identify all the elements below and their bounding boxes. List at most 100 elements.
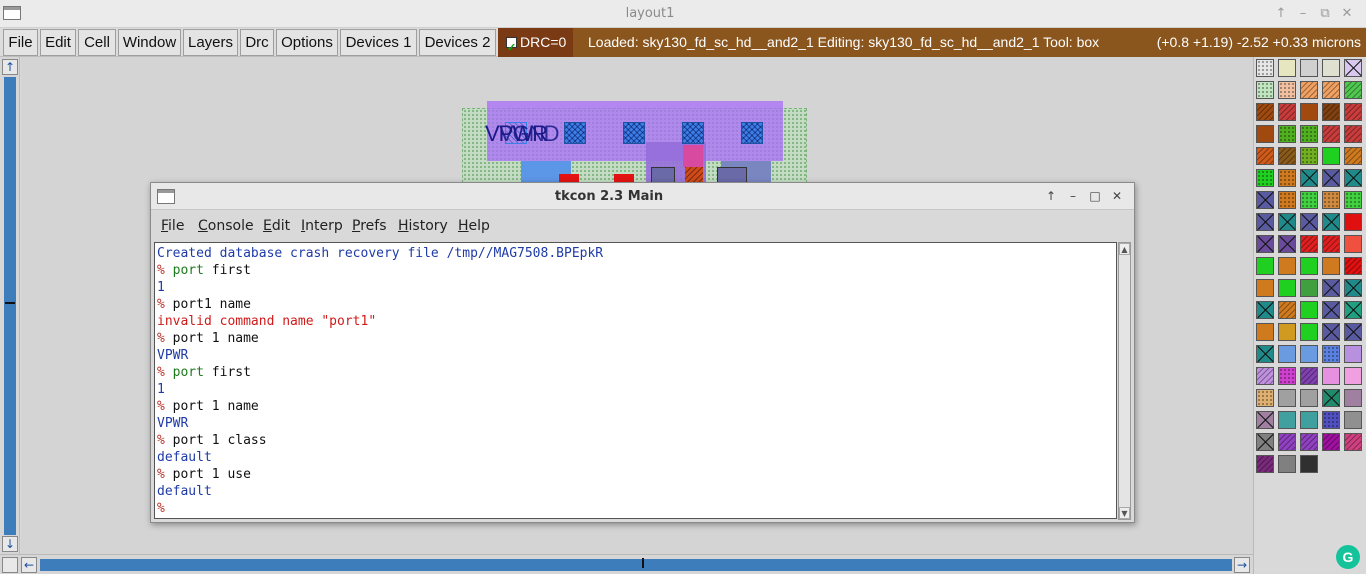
shade-button[interactable]: ↑ xyxy=(1270,5,1292,23)
minimize-button[interactable]: – xyxy=(1292,5,1314,23)
vertical-scroll-trough[interactable] xyxy=(4,77,16,535)
layer-swatch[interactable] xyxy=(1344,301,1362,319)
menu-devices-1[interactable]: Devices 1 xyxy=(340,29,417,56)
tkcon-console-output[interactable]: Created database crash recovery file /tm… xyxy=(154,242,1117,519)
layer-swatch[interactable] xyxy=(1278,433,1296,451)
layer-swatch[interactable] xyxy=(1278,257,1296,275)
layer-swatch[interactable] xyxy=(1256,147,1274,165)
layer-swatch[interactable] xyxy=(1256,59,1274,77)
layer-swatch[interactable] xyxy=(1344,125,1362,143)
layer-swatch[interactable] xyxy=(1300,279,1318,297)
layer-swatch[interactable] xyxy=(1344,191,1362,209)
layer-swatch[interactable] xyxy=(1322,125,1340,143)
layer-swatch[interactable] xyxy=(1278,169,1296,187)
layer-swatch[interactable] xyxy=(1278,455,1296,473)
layer-swatch[interactable] xyxy=(1300,213,1318,231)
layer-swatch[interactable] xyxy=(1344,235,1362,253)
tkcon-maximize-button[interactable]: □ xyxy=(1084,188,1106,204)
layer-swatch[interactable] xyxy=(1300,81,1318,99)
layer-swatch[interactable] xyxy=(1278,345,1296,363)
horizontal-scroll-thumb[interactable] xyxy=(642,558,644,568)
tkcon-scroll-up-icon[interactable]: ▲ xyxy=(1119,243,1130,255)
layer-swatch[interactable] xyxy=(1322,169,1340,187)
maximize-button[interactable]: ⧉ xyxy=(1314,5,1336,23)
tkcon-close-button[interactable]: ✕ xyxy=(1106,188,1128,204)
grammarly-icon[interactable]: G xyxy=(1336,545,1360,569)
layer-swatch[interactable] xyxy=(1322,257,1340,275)
drc-checkbox-icon[interactable] xyxy=(506,34,517,63)
layer-swatch[interactable] xyxy=(1300,125,1318,143)
layer-swatch[interactable] xyxy=(1300,389,1318,407)
layer-swatch[interactable] xyxy=(1256,367,1274,385)
layer-swatch[interactable] xyxy=(1322,103,1340,121)
layer-swatch[interactable] xyxy=(1256,433,1274,451)
layer-swatch[interactable] xyxy=(1344,367,1362,385)
tkcon-minimize-button[interactable]: – xyxy=(1062,188,1084,204)
menu-layers[interactable]: Layers xyxy=(183,29,238,56)
vertical-scrollbar[interactable]: ↑ ↓ xyxy=(0,57,20,554)
layer-swatch[interactable] xyxy=(1344,345,1362,363)
layer-swatch[interactable] xyxy=(1278,59,1296,77)
layer-swatch[interactable] xyxy=(1344,81,1362,99)
layer-swatch[interactable] xyxy=(1300,59,1318,77)
layer-swatch[interactable] xyxy=(1256,103,1274,121)
layer-swatch[interactable] xyxy=(1322,411,1340,429)
layer-swatch[interactable] xyxy=(1278,213,1296,231)
layer-swatch[interactable] xyxy=(1256,169,1274,187)
menu-edit[interactable]: Edit xyxy=(40,29,76,56)
layer-swatch[interactable] xyxy=(1322,191,1340,209)
layer-swatch[interactable] xyxy=(1278,81,1296,99)
layer-swatch[interactable] xyxy=(1322,81,1340,99)
menu-cell[interactable]: Cell xyxy=(78,29,116,56)
layer-swatch[interactable] xyxy=(1278,235,1296,253)
layer-swatch[interactable] xyxy=(1300,367,1318,385)
layer-swatch[interactable] xyxy=(1300,191,1318,209)
layer-swatch[interactable] xyxy=(1322,59,1340,77)
tkcon-scrollbar[interactable]: ▲ ▼ xyxy=(1118,242,1131,520)
tkcon-menu-help[interactable]: Help xyxy=(458,218,490,234)
scroll-down-arrow-icon[interactable]: ↓ xyxy=(2,536,18,552)
tkcon-menu-console[interactable]: Console xyxy=(198,218,254,234)
menu-file[interactable]: File xyxy=(3,29,38,56)
layer-swatch[interactable] xyxy=(1322,279,1340,297)
layer-swatch[interactable] xyxy=(1322,147,1340,165)
layer-swatch[interactable] xyxy=(1256,191,1274,209)
layer-swatch[interactable] xyxy=(1256,389,1274,407)
layer-swatch[interactable] xyxy=(1300,257,1318,275)
layer-swatch[interactable] xyxy=(1256,257,1274,275)
menu-window[interactable]: Window xyxy=(118,29,181,56)
layer-swatch[interactable] xyxy=(1300,345,1318,363)
layer-swatch[interactable] xyxy=(1300,235,1318,253)
tkcon-menu-edit[interactable]: Edit xyxy=(263,218,290,234)
layer-swatch[interactable] xyxy=(1300,147,1318,165)
menu-drc[interactable]: Drc xyxy=(240,29,274,56)
menu-options[interactable]: Options xyxy=(276,29,338,56)
tkcon-menu-file[interactable]: File xyxy=(161,218,184,234)
tkcon-menu-interp[interactable]: Interp xyxy=(301,218,343,234)
layer-swatch[interactable] xyxy=(1278,389,1296,407)
layer-swatch[interactable] xyxy=(1278,367,1296,385)
layer-swatch[interactable] xyxy=(1256,301,1274,319)
layer-swatch[interactable] xyxy=(1256,411,1274,429)
layer-swatch[interactable] xyxy=(1278,279,1296,297)
horizontal-scroll-trough[interactable] xyxy=(40,559,1232,571)
layer-swatch[interactable] xyxy=(1256,279,1274,297)
layer-swatch[interactable] xyxy=(1344,103,1362,121)
layer-swatch[interactable] xyxy=(1278,147,1296,165)
tkcon-scroll-down-icon[interactable]: ▼ xyxy=(1119,507,1130,519)
layer-swatch[interactable] xyxy=(1322,301,1340,319)
horizontal-scrollbar[interactable]: ← → xyxy=(0,554,1253,574)
layer-swatch[interactable] xyxy=(1322,213,1340,231)
layer-swatch[interactable] xyxy=(1322,433,1340,451)
layer-swatch[interactable] xyxy=(1344,59,1362,77)
layer-swatch[interactable] xyxy=(1344,323,1362,341)
close-button[interactable]: ✕ xyxy=(1336,5,1358,23)
layer-swatch[interactable] xyxy=(1344,169,1362,187)
scroll-right-arrow-icon[interactable]: → xyxy=(1234,557,1250,573)
drc-toggle[interactable]: DRC=0 xyxy=(498,28,573,63)
layer-swatch[interactable] xyxy=(1322,367,1340,385)
layer-swatch[interactable] xyxy=(1278,323,1296,341)
tkcon-menu-prefs[interactable]: Prefs xyxy=(352,218,387,234)
scroll-corner-button[interactable] xyxy=(2,557,18,573)
layer-swatch[interactable] xyxy=(1322,345,1340,363)
